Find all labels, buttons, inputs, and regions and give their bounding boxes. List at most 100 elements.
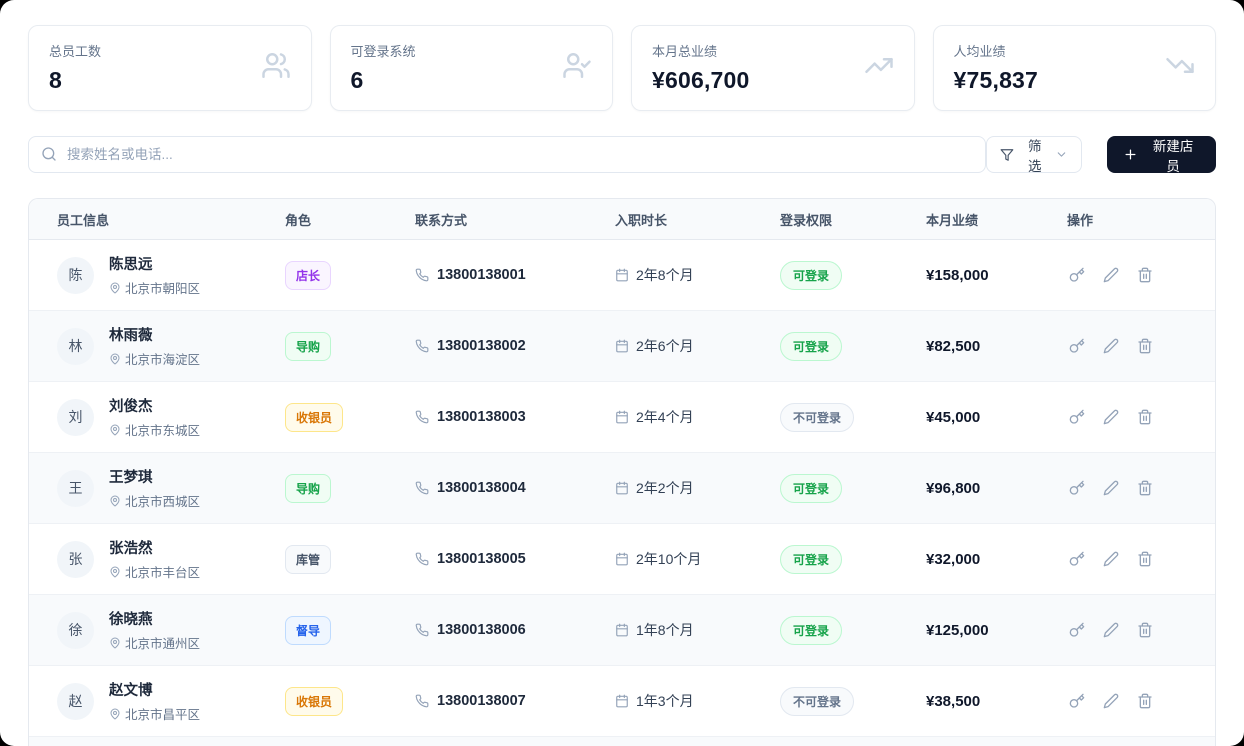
calendar-icon	[615, 268, 629, 282]
col-header-permission: 登录权限	[780, 210, 926, 229]
permission-cell: 可登录	[780, 332, 926, 361]
avatar: 王	[57, 470, 94, 507]
employee-identity: 赵文博 北京市昌平区	[109, 679, 200, 723]
performance-cell: ¥45,000	[926, 409, 1067, 426]
key-icon	[1069, 551, 1085, 567]
pencil-icon	[1103, 693, 1119, 709]
table-row-partial	[29, 737, 1215, 746]
new-employee-button[interactable]: 新建店员	[1107, 136, 1216, 173]
login-badge: 可登录	[780, 545, 842, 574]
reset-password-button[interactable]	[1067, 691, 1087, 711]
reset-password-button[interactable]	[1067, 478, 1087, 498]
employee-name: 徐晓燕	[109, 608, 200, 629]
filter-label: 筛选	[1021, 135, 1048, 175]
employee-location: 北京市昌平区	[109, 704, 200, 723]
map-pin-icon	[109, 353, 121, 365]
filter-button[interactable]: 筛选	[986, 136, 1082, 173]
edit-button[interactable]	[1101, 549, 1121, 569]
trending-down-icon	[1165, 51, 1195, 86]
edit-button[interactable]	[1101, 265, 1121, 285]
edit-button[interactable]	[1101, 478, 1121, 498]
delete-button[interactable]	[1135, 620, 1155, 640]
employee-name: 王梦琪	[109, 466, 200, 487]
phone-number: 13800138002	[437, 338, 526, 354]
delete-button[interactable]	[1135, 549, 1155, 569]
pencil-icon	[1103, 338, 1119, 354]
employee-identity: 林雨薇 北京市海淀区	[109, 324, 200, 368]
avatar: 刘	[57, 399, 94, 436]
actions-cell	[1067, 691, 1215, 711]
login-badge: 可登录	[780, 474, 842, 503]
stat-card-total-employees: 总员工数 8	[28, 25, 312, 111]
edit-button[interactable]	[1101, 407, 1121, 427]
employee-name: 陈思远	[109, 253, 200, 274]
performance-cell: ¥32,000	[926, 551, 1067, 568]
table-row: 张 张浩然 北京市丰台区 库管 13800138005 2年10个月 可登录 ¥…	[29, 524, 1215, 595]
table-row: 王 王梦琪 北京市西城区 导购 13800138004 2年2个月 可登录 ¥9…	[29, 453, 1215, 524]
map-pin-icon	[109, 637, 121, 649]
toolbar: 筛选 新建店员	[28, 136, 1216, 173]
pencil-icon	[1103, 622, 1119, 638]
stat-label: 总员工数	[49, 41, 291, 60]
edit-button[interactable]	[1101, 336, 1121, 356]
employee-cell: 刘 刘俊杰 北京市东城区	[29, 395, 285, 439]
delete-button[interactable]	[1135, 478, 1155, 498]
delete-button[interactable]	[1135, 336, 1155, 356]
employee-identity: 徐晓燕 北京市通州区	[109, 608, 200, 652]
employee-location: 北京市海淀区	[109, 349, 200, 368]
phone-icon	[415, 268, 429, 282]
permission-cell: 不可登录	[780, 687, 926, 716]
map-pin-icon	[109, 424, 121, 436]
table-row: 赵 赵文博 北京市昌平区 收银员 13800138007 1年3个月 不可登录 …	[29, 666, 1215, 737]
trash-icon	[1137, 409, 1153, 425]
key-icon	[1069, 480, 1085, 496]
pencil-icon	[1103, 267, 1119, 283]
reset-password-button[interactable]	[1067, 407, 1087, 427]
reset-password-button[interactable]	[1067, 336, 1087, 356]
contact-cell: 13800138003	[415, 409, 615, 425]
col-header-tenure: 入职时长	[615, 210, 780, 229]
avatar: 陈	[57, 257, 94, 294]
key-icon	[1069, 338, 1085, 354]
tenure-cell: 2年8个月	[615, 265, 780, 285]
permission-cell: 可登录	[780, 474, 926, 503]
stat-card-login-enabled: 可登录系统 6	[330, 25, 614, 111]
table-row: 林 林雨薇 北京市海淀区 导购 13800138002 2年6个月 可登录 ¥8…	[29, 311, 1215, 382]
actions-cell	[1067, 407, 1215, 427]
employee-location: 北京市西城区	[109, 491, 200, 510]
role-badge: 店长	[285, 261, 331, 290]
employee-cell: 林 林雨薇 北京市海淀区	[29, 324, 285, 368]
stat-value: ¥606,700	[652, 67, 894, 94]
tenure-text: 1年3个月	[636, 691, 694, 711]
users-icon	[261, 51, 291, 86]
delete-button[interactable]	[1135, 691, 1155, 711]
stat-value: ¥75,837	[954, 67, 1196, 94]
col-header-contact: 联系方式	[415, 210, 615, 229]
role-cell: 店长	[285, 261, 415, 290]
delete-button[interactable]	[1135, 407, 1155, 427]
location-text: 北京市昌平区	[125, 704, 200, 723]
chevron-down-icon	[1055, 148, 1068, 161]
reset-password-button[interactable]	[1067, 549, 1087, 569]
pencil-icon	[1103, 409, 1119, 425]
search-input[interactable]	[28, 136, 986, 173]
performance-cell: ¥82,500	[926, 338, 1067, 355]
contact-cell: 13800138001	[415, 267, 615, 283]
tenure-cell: 2年10个月	[615, 549, 780, 569]
actions-cell	[1067, 265, 1215, 285]
employee-cell: 徐 徐晓燕 北京市通州区	[29, 608, 285, 652]
delete-button[interactable]	[1135, 265, 1155, 285]
employee-table: 员工信息 角色 联系方式 入职时长 登录权限 本月业绩 操作 陈 陈思远 北京市…	[28, 198, 1216, 746]
contact-cell: 13800138007	[415, 693, 615, 709]
edit-button[interactable]	[1101, 691, 1121, 711]
reset-password-button[interactable]	[1067, 265, 1087, 285]
employee-cell: 陈 陈思远 北京市朝阳区	[29, 253, 285, 297]
role-cell: 导购	[285, 474, 415, 503]
employee-cell: 赵 赵文博 北京市昌平区	[29, 679, 285, 723]
employee-cell: 王 王梦琪 北京市西城区	[29, 466, 285, 510]
reset-password-button[interactable]	[1067, 620, 1087, 640]
stat-card-monthly-total: 本月总业绩 ¥606,700	[631, 25, 915, 111]
employee-name: 林雨薇	[109, 324, 200, 345]
edit-button[interactable]	[1101, 620, 1121, 640]
key-icon	[1069, 693, 1085, 709]
